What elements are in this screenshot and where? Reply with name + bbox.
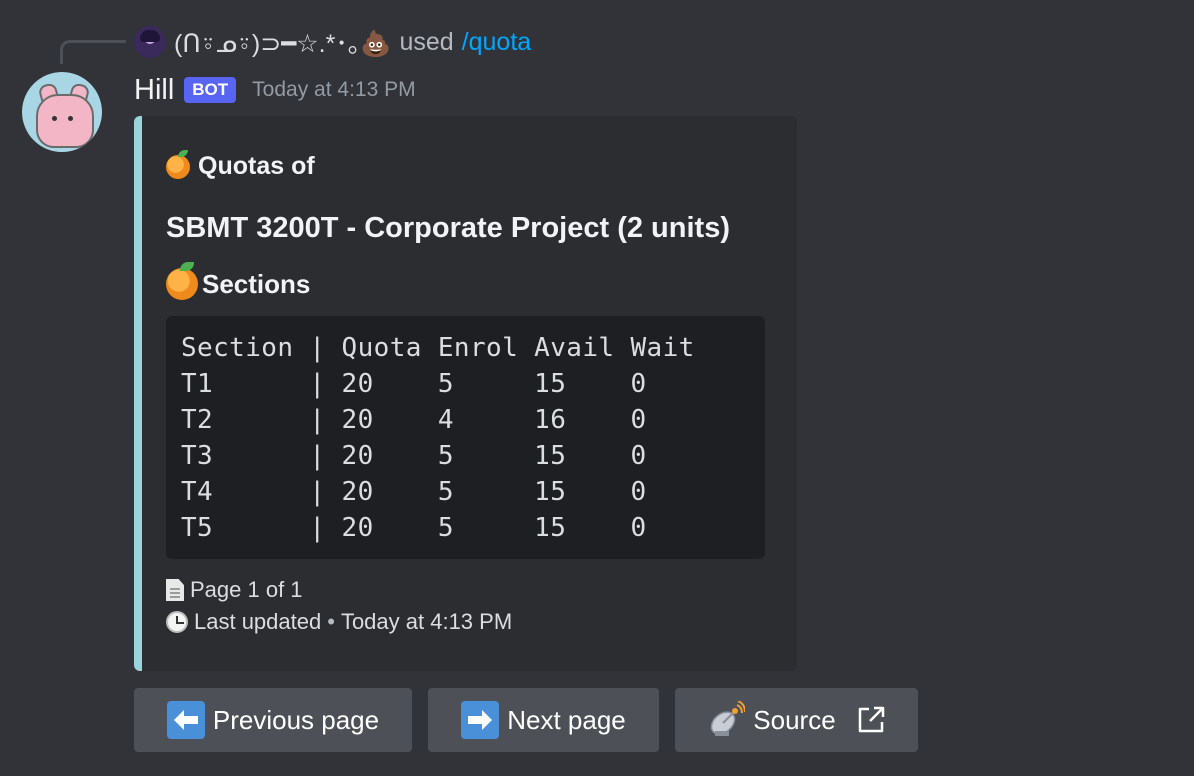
source-label: Source xyxy=(753,704,836,735)
table-row: T5 | 20 5 15 0 xyxy=(181,513,647,543)
table-row: T1 | 20 5 15 0 xyxy=(181,369,647,399)
avatar-eye xyxy=(68,116,73,121)
previous-page-label: Previous page xyxy=(212,704,380,735)
author-name[interactable]: Hill xyxy=(134,74,174,107)
quota-table-codeblock: Section | Quota Enrol Avail Wait T1 | 20… xyxy=(166,316,765,559)
bot-badge: BOT xyxy=(184,77,237,103)
invoker-avatar[interactable] xyxy=(134,26,166,58)
invoker-name[interactable]: (ᑎ⍤ᓄ⍤)⊃━☆.*･｡💩 xyxy=(174,24,391,60)
right-arrow-icon xyxy=(461,701,500,739)
embed-card: Quotas of SBMT 3200T - Corporate Project… xyxy=(134,116,797,671)
embed-footer-page: Page 1 of 1 xyxy=(166,577,303,603)
embed-author: Quotas of xyxy=(166,149,315,181)
footer-separator: • xyxy=(327,609,335,634)
bot-avatar[interactable] xyxy=(22,72,102,152)
message-timestamp[interactable]: Today at 4:13 PM xyxy=(252,78,415,102)
page-indicator: Page 1 of 1 xyxy=(190,577,303,602)
previous-page-button[interactable]: Previous page xyxy=(134,688,412,752)
next-page-button[interactable]: Next page xyxy=(428,688,659,752)
embed-title: SBMT 3200T - Corporate Project (2 units) xyxy=(166,212,730,244)
clock-icon xyxy=(166,611,188,633)
interaction-reference[interactable]: (ᑎ⍤ᓄ⍤)⊃━☆.*･｡💩 used /quota xyxy=(134,24,531,60)
field-name-text: Sections xyxy=(202,268,311,299)
table-row: T3 | 20 5 15 0 xyxy=(181,441,647,471)
used-label: used xyxy=(399,27,454,56)
last-updated-label: Last updated xyxy=(194,609,322,634)
command-name[interactable]: /quota xyxy=(462,28,532,57)
last-updated-time: Today at 4:13 PM xyxy=(340,609,513,634)
satellite-dish-icon xyxy=(707,700,747,739)
source-link-button[interactable]: Source xyxy=(675,688,918,752)
tangerine-icon xyxy=(166,262,198,300)
field-name: Sections xyxy=(166,262,311,300)
reply-connector xyxy=(60,40,126,64)
avatar-eye xyxy=(52,116,57,121)
left-arrow-icon xyxy=(166,701,205,739)
external-link-icon xyxy=(856,705,886,735)
next-page-label: Next page xyxy=(507,704,626,735)
table-row: T4 | 20 5 15 0 xyxy=(181,477,647,507)
bot-message: (ᑎ⍤ᓄ⍤)⊃━☆.*･｡💩 used /quota Hill BOT Toda… xyxy=(0,0,1194,776)
page-icon xyxy=(166,579,184,601)
table-header-row: Section | Quota Enrol Avail Wait xyxy=(181,333,695,363)
embed-author-text: Quotas of xyxy=(198,152,315,180)
message-header: Hill BOT Today at 4:13 PM xyxy=(134,70,416,110)
avatar-character xyxy=(36,94,94,148)
embed-footer-updated: Last updated • Today at 4:13 PM xyxy=(166,609,512,635)
table-row: T2 | 20 4 16 0 xyxy=(181,405,647,435)
tangerine-icon xyxy=(166,149,190,179)
